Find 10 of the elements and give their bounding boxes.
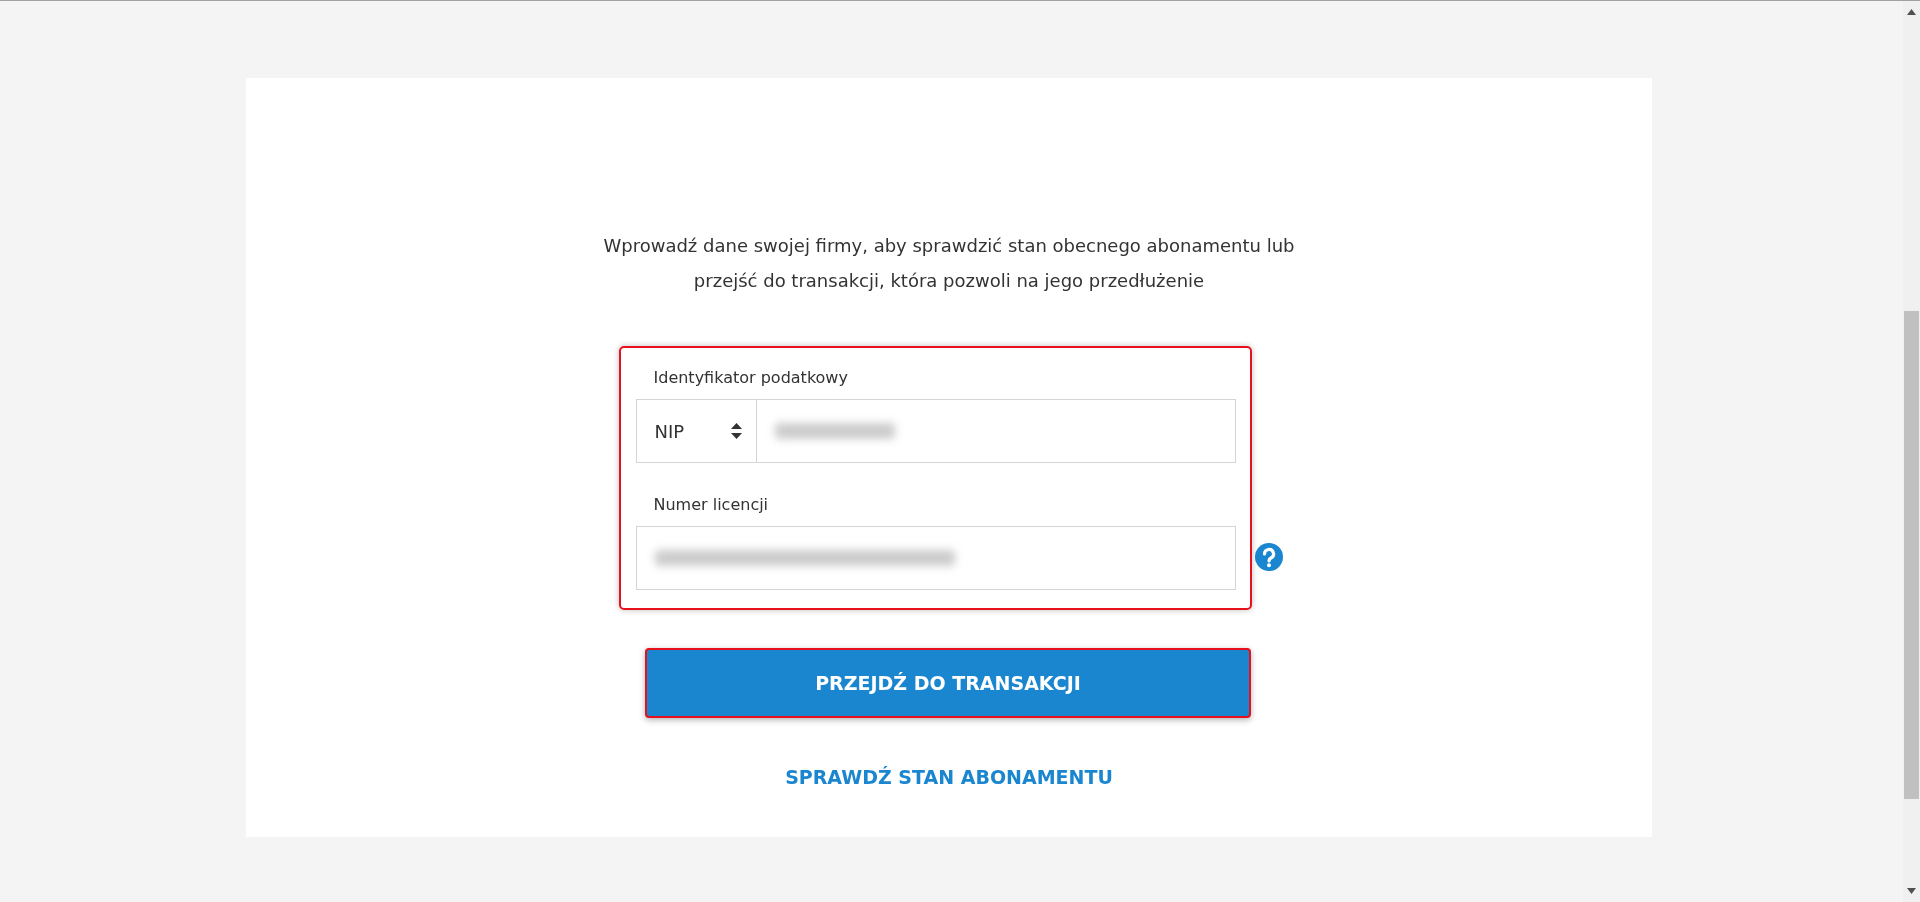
help-icon[interactable] xyxy=(1254,543,1283,571)
check-subscription-link[interactable]: SPRAWDŹ STAN ABONAMENTU xyxy=(785,766,1113,788)
scroll-up-icon[interactable] xyxy=(1907,9,1916,15)
scrollbar-thumb[interactable] xyxy=(1904,311,1919,799)
transaction-button[interactable]: PRZEJDŹ DO TRANSAKCJI xyxy=(645,648,1251,718)
scroll-down-icon[interactable] xyxy=(1907,888,1916,894)
field-label: Identyfikator podatkowy xyxy=(652,368,849,387)
field-label: Numer licencji xyxy=(652,495,770,514)
scrollbar[interactable] xyxy=(1903,1,1920,902)
intro-text: Wprowadź dane swojej firmy, aby sprawdzić stan obecnego abonamentu lub przejść do transakcji, która pozwoli na jego przedłużenie xyxy=(602,234,1296,293)
